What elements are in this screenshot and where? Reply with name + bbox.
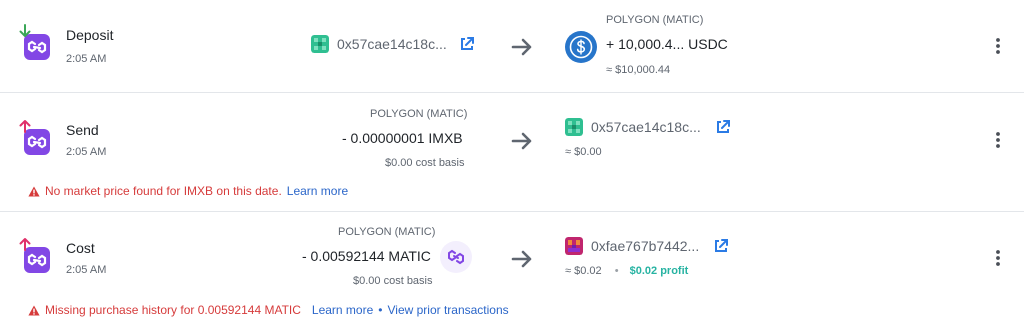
transaction-row-cost: Cost 2:05 AM POLYGON (MATIC) - 0.0059214… bbox=[0, 212, 1024, 330]
to-value: ≈ $0.00 bbox=[565, 146, 602, 158]
more-vertical-icon[interactable] bbox=[995, 250, 1001, 266]
view-prior-transactions-link[interactable]: View prior transactions bbox=[387, 303, 508, 317]
wallet-avatar-icon bbox=[565, 118, 583, 136]
more-vertical-icon[interactable] bbox=[995, 38, 1001, 54]
arrow-up-icon bbox=[19, 120, 31, 133]
polygon-link-icon bbox=[27, 40, 47, 54]
profit-amount: $0.02 profit bbox=[629, 265, 689, 277]
from-address[interactable]: 0x57cae14c18c... bbox=[311, 35, 475, 53]
arrow-up-icon bbox=[19, 238, 31, 251]
matic-coin-icon bbox=[440, 241, 472, 273]
warning-text: No market price found for IMXB on this d… bbox=[45, 184, 282, 198]
from-amount: - 0.00000001 IMXB bbox=[342, 130, 463, 146]
from-cost-basis: $0.00 cost basis bbox=[353, 275, 433, 287]
address-text: 0xfae767b7442... bbox=[591, 238, 700, 254]
address-text: 0x57cae14c18c... bbox=[337, 36, 447, 52]
wallet-avatar-icon bbox=[311, 35, 329, 53]
to-address[interactable]: 0xfae767b7442... bbox=[565, 237, 729, 255]
to-value: ≈ $10,000.44 bbox=[606, 64, 671, 76]
tx-time: 2:05 AM bbox=[66, 146, 107, 158]
separator-dot: • bbox=[614, 265, 619, 277]
transaction-row-send: Send 2:05 AM POLYGON (MATIC) - 0.0000000… bbox=[0, 93, 1024, 211]
send-type-icon bbox=[18, 119, 58, 159]
learn-more-link[interactable]: Learn more bbox=[287, 184, 348, 198]
from-network-label: POLYGON (MATIC) bbox=[370, 108, 468, 120]
learn-more-link[interactable]: Learn more bbox=[312, 303, 373, 317]
arrow-down-icon bbox=[19, 24, 31, 37]
arrow-right-icon bbox=[511, 132, 532, 150]
from-network-label: POLYGON (MATIC) bbox=[338, 226, 436, 238]
from-amount: - 0.00592144 MATIC bbox=[302, 248, 431, 264]
warning-triangle-icon bbox=[28, 186, 40, 196]
to-network-label: POLYGON (MATIC) bbox=[606, 14, 704, 26]
tx-time: 2:05 AM bbox=[66, 264, 107, 276]
address-text: 0x57cae14c18c... bbox=[591, 119, 701, 135]
warning-text: Missing purchase history for 0.00592144 … bbox=[45, 303, 301, 317]
to-value-line: ≈ $0.02 • $0.02 profit bbox=[565, 265, 688, 277]
external-link-icon[interactable] bbox=[715, 119, 731, 135]
more-vertical-icon[interactable] bbox=[995, 132, 1001, 148]
tx-time: 2:05 AM bbox=[66, 53, 107, 65]
warning-message: No market price found for IMXB on this d… bbox=[28, 184, 348, 198]
warning-message: Missing purchase history for 0.00592144 … bbox=[28, 303, 509, 317]
wallet-avatar-icon bbox=[565, 237, 583, 255]
to-amount: + 10,000.4... USDC bbox=[606, 36, 728, 52]
warning-triangle-icon bbox=[28, 305, 40, 315]
arrow-right-icon bbox=[511, 250, 532, 268]
separator-dot: • bbox=[378, 303, 383, 317]
polygon-link-icon bbox=[27, 253, 47, 267]
external-link-icon[interactable] bbox=[459, 36, 475, 52]
to-address[interactable]: 0x57cae14c18c... bbox=[565, 118, 731, 136]
usdc-coin-icon bbox=[565, 31, 597, 63]
polygon-link-icon bbox=[27, 135, 47, 149]
external-link-icon[interactable] bbox=[713, 238, 729, 254]
tx-type-label: Deposit bbox=[66, 27, 114, 43]
transaction-row-deposit: Deposit 2:05 AM 0x57cae14c18c... POLYGON… bbox=[0, 0, 1024, 92]
tx-type-label: Cost bbox=[66, 240, 95, 256]
deposit-type-icon bbox=[18, 24, 58, 64]
to-value: ≈ $0.02 bbox=[565, 265, 602, 277]
arrow-right-icon bbox=[511, 38, 532, 56]
cost-type-icon bbox=[18, 237, 58, 277]
tx-type-label: Send bbox=[66, 122, 99, 138]
from-cost-basis: $0.00 cost basis bbox=[385, 157, 465, 169]
